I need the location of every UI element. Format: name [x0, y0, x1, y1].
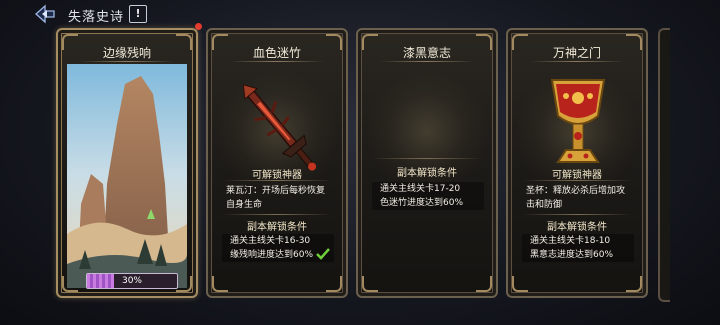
condition-box: 通关主线关卡17-20 色迷竹进度达到60%	[372, 182, 484, 210]
page-title: 失落史诗	[68, 10, 125, 25]
back-arrow-icon[interactable]	[34, 4, 56, 24]
condition-label: 副本解锁条件	[247, 222, 307, 233]
condition-label: 副本解锁条件	[397, 168, 457, 179]
chapter-card-1[interactable]: 边缘残响 30%	[56, 28, 198, 298]
condition-line: 通关主线关卡17-20	[380, 184, 461, 194]
condition-line: 通关主线关卡16-30	[230, 236, 311, 246]
condition-line: 黑意志进度达到60%	[530, 250, 614, 260]
unlock-label: 可解锁神器	[552, 170, 602, 181]
condition-line: 通关主线关卡18-10	[530, 236, 611, 246]
artifact-description: 圣杯：释放必杀后增加攻击和防御	[526, 186, 626, 210]
card-title: 漆黑意志	[402, 46, 451, 60]
condition-box: 通关主线关卡18-10 黑意志进度达到60%	[522, 234, 634, 262]
chapter-card-3[interactable]: 漆黑意志 副本解锁条件 通关主线关卡17-20 色迷竹进度达到60%	[356, 28, 498, 298]
next-card-edge	[658, 28, 670, 302]
chapter-card-4[interactable]: 万神之门 可解锁神器 圣杯：释放必杀后增加攻击和防御 副本解锁条件 通关主线关卡…	[506, 28, 648, 298]
info-button[interactable]: !	[129, 5, 147, 23]
condition-label: 副本解锁条件	[547, 222, 607, 233]
checkmark-icon	[316, 248, 330, 260]
card-title: 血色迷竹	[252, 46, 301, 60]
condition-line: 色迷竹进度达到60%	[380, 198, 464, 208]
top-bar: 失落史诗 !	[0, 0, 720, 28]
unlock-label: 可解锁神器	[252, 170, 302, 181]
progress-text: 30%	[121, 276, 142, 286]
landscape-illustration	[67, 64, 187, 288]
artifact-description: 莱瓦汀：开场后每秒恢复自身生命	[226, 186, 326, 210]
progress-bar: 30%	[86, 273, 178, 289]
card-title: 边缘残响	[102, 46, 151, 60]
card-title: 万神之门	[552, 46, 601, 60]
